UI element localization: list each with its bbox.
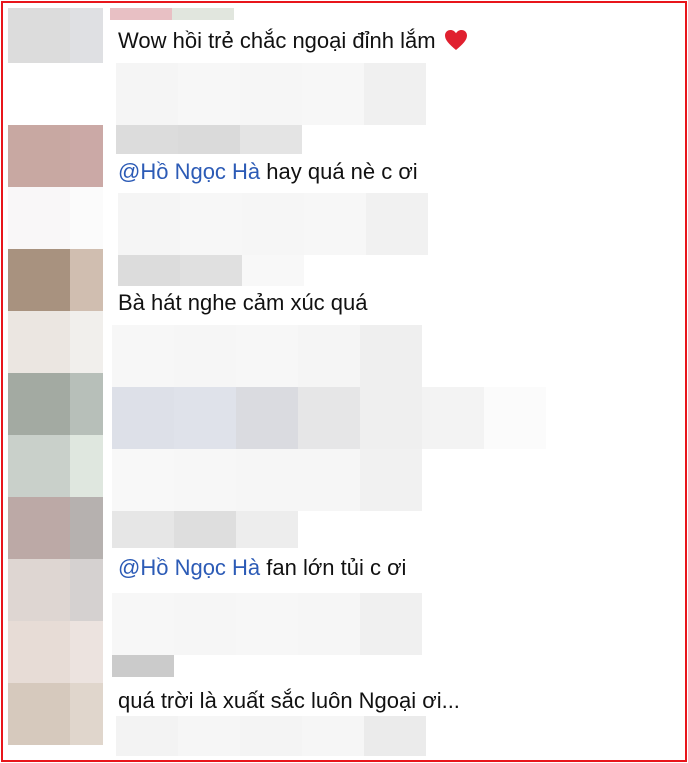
comment-body: fan lớn tủi c ơi [260,555,407,580]
comment-text: quá trời là xuất sắc luôn Ngoại ơi... [118,688,460,714]
comment-text: Bà hát nghe cảm xúc quá [118,290,368,316]
heart-icon [444,29,468,57]
comment-text: @Hồ Ngọc Hà fan lớn tủi c ơi [118,555,406,581]
comment-text: @Hồ Ngọc Hà hay quá nè c ơi [118,159,418,185]
comment-text: Wow hồi trẻ chắc ngoại đỉnh lắm [118,28,468,57]
comment-body: Wow hồi trẻ chắc ngoại đỉnh lắm [118,28,436,53]
comment-body: Bà hát nghe cảm xúc quá [118,290,368,315]
mention-link[interactable]: @Hồ Ngọc Hà [118,555,260,580]
mention-link[interactable]: @Hồ Ngọc Hà [118,159,260,184]
comment-body: quá trời là xuất sắc luôn Ngoại ơi... [118,688,460,713]
comment-body: hay quá nè c ơi [260,159,418,184]
